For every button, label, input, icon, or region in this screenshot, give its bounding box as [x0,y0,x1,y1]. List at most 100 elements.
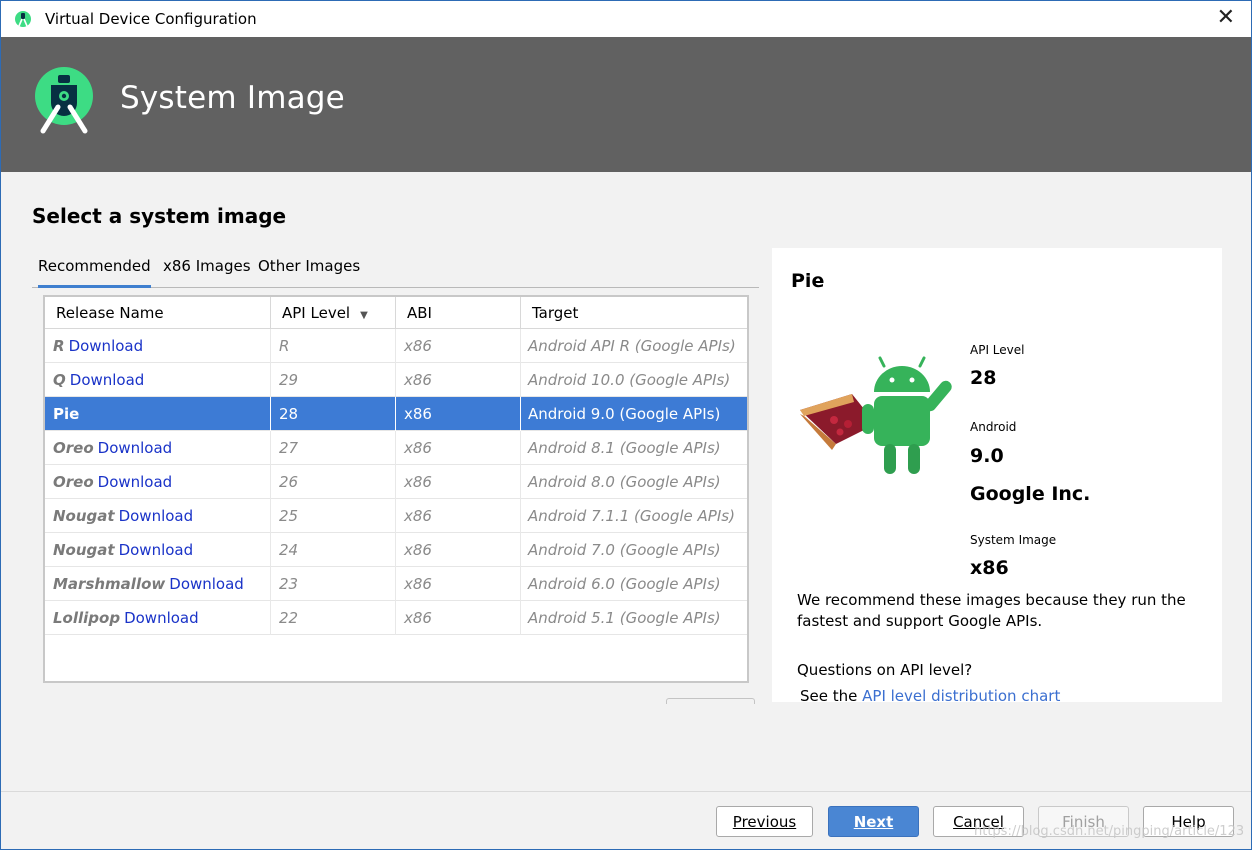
finish-button: Finish [1038,806,1129,837]
details-title: Pie [791,270,825,292]
column-target[interactable]: Target [521,297,747,329]
table-row[interactable]: Marshmallow Download 23 x86 Android 6.0 (Goo… [45,567,747,601]
release-name-cell: Oreo Download [45,465,271,499]
android-studio-icon [15,11,31,27]
release-name: R [53,337,65,355]
target-cell: Android 7.1.1 (Google APIs) [528,507,735,525]
release-name-cell: Marshmallow Download [45,567,271,601]
abi-cell: x86 [396,465,521,499]
column-api-level[interactable]: API Level ▼ [271,297,396,329]
download-link[interactable]: Download [70,371,145,389]
image-tabs: Recommended x86 Images Other Images [32,254,759,288]
abi-cell: x86 [396,567,521,601]
release-name: Q [53,371,66,389]
api-chart-line: See the API level distribution chart [800,686,1210,702]
table-row[interactable]: R Download Rx86 Android API R (Google APIs) [45,329,747,363]
system-image-value: x86 [970,557,1009,579]
cancel-button[interactable]: Cancel [933,806,1024,837]
api-level-cell: R [271,329,396,363]
abi-cell: x86 [396,601,521,635]
table-row[interactable]: Oreo Download 27 x86 Android 8.1 (Google API… [45,431,747,465]
target-cell: Android API R (Google APIs) [528,337,736,355]
release-name: Oreo [53,439,94,457]
next-button[interactable]: Next [828,806,919,837]
window-title: Virtual Device Configuration [45,10,257,28]
target-cell: Android 6.0 (Google APIs) [528,575,721,593]
target-cell: Android 10.0 (Google APIs) [528,371,731,389]
download-link[interactable]: Download [119,507,194,525]
table-row[interactable]: Nougat Download 24 x86 Android 7.0 (Google A… [45,533,747,567]
api-level-cell: 25 [271,499,396,533]
title-bar: Virtual Device Configuration ✕ [1,1,1251,37]
api-level-cell: 26 [271,465,396,499]
section-title: Select a system image [32,204,287,228]
download-link[interactable]: Download [98,473,173,491]
table-row[interactable]: Oreo Download 26 x86 Android 8.0 (Google API… [45,465,747,499]
download-link[interactable]: Download [119,541,194,559]
table-row[interactable]: Lollipop Download 22 x86 Android 5.1 (Google… [45,601,747,635]
release-name-cell: R Download [45,329,271,363]
download-link[interactable]: Download [69,337,144,355]
footer-divider [1,791,1251,792]
abi-cell: x86 [396,533,521,567]
tab-other-images[interactable]: Other Images [258,257,360,275]
api-distribution-chart-link[interactable]: API level distribution chart [862,687,1060,702]
abi-cell: x86 [396,363,521,397]
table-row[interactable]: Pie 28 x86 Android 9.0 (Google APIs) [45,397,747,431]
android-version-value: 9.0 [970,445,1004,467]
api-level-cell: 23 [271,567,396,601]
release-name: Lollipop [53,609,121,627]
android-studio-logo [35,67,93,134]
api-level-cell: 27 [271,431,396,465]
release-name-cell: Oreo Download [45,431,271,465]
dialog-window: Virtual Device Configuration ✕ System Im… [0,0,1252,850]
release-name: Nougat [53,541,115,559]
recommendation-text: We recommend these images because they r… [797,591,1186,630]
header-banner: System Image [1,37,1251,172]
api-level-cell: 24 [271,533,396,567]
download-link[interactable]: Download [124,609,199,627]
help-button[interactable]: Help [1143,806,1234,837]
system-image-label: System Image [970,533,1057,547]
android-label: Android [970,420,1017,434]
target-cell: Android 8.1 (Google APIs) [528,439,721,457]
release-name: Nougat [53,507,115,525]
release-name: Oreo [53,473,94,491]
download-link[interactable]: Download [98,439,173,457]
target-cell: Android 9.0 (Google APIs) [528,405,721,423]
tab-x86-images[interactable]: x86 Images [163,257,251,275]
api-question-text: Questions on API level? [797,661,973,679]
abi-cell: x86 [396,499,521,533]
release-name-cell: Nougat Download [45,533,271,567]
api-level-cell: 28 [271,397,396,431]
api-level-cell: 22 [271,601,396,635]
api-level-value: 28 [970,367,997,389]
details-panel: Pie API Level 28 Android 9.0 Google Inc. [772,248,1222,702]
tab-recommended[interactable]: Recommended [38,257,151,288]
previous-button[interactable]: Previous [716,806,813,837]
table-row[interactable]: Q Download 29 x86 Android 10.0 (Google APIs) [45,363,747,397]
target-cell: Android 7.0 (Google APIs) [528,541,721,559]
target-cell: Android 5.1 (Google APIs) [528,609,721,627]
page-heading: System Image [120,80,345,116]
release-name-cell: Q Download [45,363,271,397]
vendor-value: Google Inc. [970,483,1091,505]
table-row[interactable]: Nougat Download 25 x86 Android 7.1.1 (Google… [45,499,747,533]
release-name: Marshmallow [53,575,166,593]
system-image-table: Release Name API Level ▼ ABI Target R Down… [43,295,749,683]
abi-cell: x86 [396,397,521,431]
release-name-cell: Nougat Download [45,499,271,533]
sort-descending-icon: ▼ [360,310,368,321]
android-pie-mascot-image [800,356,952,474]
table-header: Release Name API Level ▼ ABI Target [45,297,747,329]
abi-cell: x86 [396,329,521,363]
column-abi[interactable]: ABI [396,297,521,329]
release-name: Pie [53,405,80,423]
release-name-cell: Pie [45,397,271,431]
download-link[interactable]: Download [169,575,244,593]
column-release-name[interactable]: Release Name [45,297,271,329]
api-level-label: API Level [970,343,1025,357]
partially-hidden-button[interactable] [666,698,755,704]
api-level-cell: 29 [271,363,396,397]
close-icon[interactable]: ✕ [1217,5,1235,31]
